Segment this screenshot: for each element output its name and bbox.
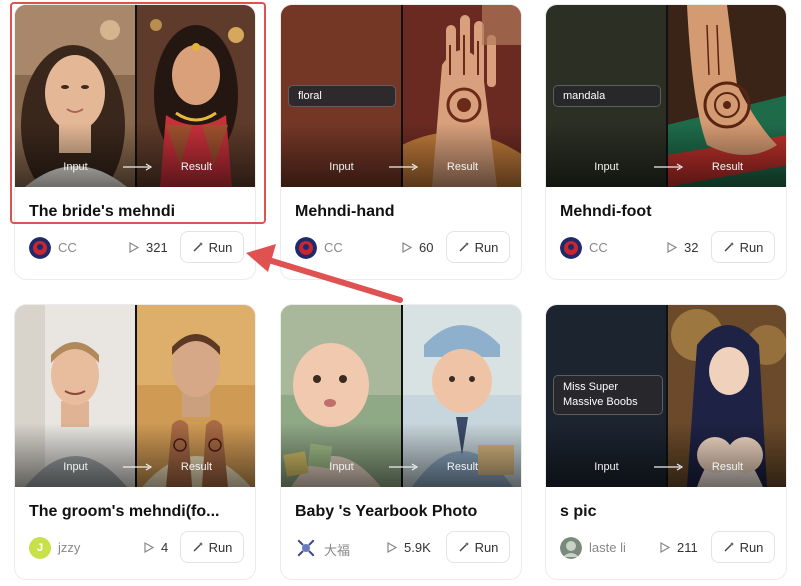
template-card-grooms-mehndi[interactable]: Input Result The groom's mehndi(fo... J … [14, 304, 256, 580]
author-avatar[interactable] [295, 237, 317, 259]
card-thumbnail: Input Result [15, 305, 255, 487]
card-title[interactable]: The groom's mehndi(fo... [29, 503, 243, 521]
result-label: Result [446, 461, 479, 473]
result-label: Result [711, 461, 744, 473]
wand-icon [459, 242, 469, 252]
run-button[interactable]: Run [711, 231, 775, 263]
template-card-baby-yearbook[interactable]: Input Result Baby 's Yearbook Photo 大福 5… [280, 304, 522, 580]
wand-icon [724, 242, 734, 252]
card-thumbnail: Input Result [15, 5, 255, 187]
wand-icon [724, 542, 734, 552]
play-icon [129, 242, 139, 253]
author-name[interactable]: CC [324, 240, 343, 255]
play-icon [144, 542, 154, 553]
result-label: Result [711, 161, 744, 173]
play-icon [402, 242, 412, 253]
template-card-s-pic[interactable]: Miss Super Massive Boobs Input Result s … [545, 304, 787, 580]
author-avatar[interactable] [560, 237, 582, 259]
author-avatar[interactable] [29, 237, 51, 259]
input-label: Input [329, 161, 354, 173]
run-count: 211 [677, 540, 698, 555]
run-button[interactable]: Run [180, 231, 244, 263]
card-thumbnail: floral Input Result [281, 5, 521, 187]
card-title[interactable]: Mehndi-hand [295, 203, 509, 221]
run-count: 32 [684, 240, 699, 255]
author-avatar[interactable] [560, 537, 582, 559]
run-count: 5.9K [404, 540, 431, 555]
run-count: 4 [161, 540, 169, 555]
run-count: 60 [419, 240, 434, 255]
play-icon [660, 542, 670, 553]
prompt-chip: Miss Super Massive Boobs [553, 375, 663, 415]
card-title[interactable]: The bride's mehndi [29, 203, 243, 221]
run-button[interactable]: Run [446, 231, 510, 263]
wand-icon [193, 242, 203, 252]
result-label: Result [180, 161, 213, 173]
wand-icon [459, 542, 469, 552]
input-label: Input [63, 161, 88, 173]
run-button[interactable]: Run [446, 531, 510, 563]
template-card-brides-mehndi[interactable]: Input Result The bride's mehndi CC 321 R… [14, 4, 256, 280]
run-count: 321 [146, 240, 168, 255]
template-card-mehndi-foot[interactable]: mandala Input Result Mehndi-foot CC 32 R… [545, 4, 787, 280]
card-title[interactable]: Baby 's Yearbook Photo [295, 503, 509, 521]
author-avatar[interactable]: J [29, 537, 51, 559]
author-name[interactable]: laste li [589, 540, 626, 555]
result-label: Result [180, 461, 213, 473]
input-label: Input [329, 461, 354, 473]
author-name[interactable]: CC [58, 240, 77, 255]
card-title[interactable]: s pic [560, 503, 774, 521]
author-name[interactable]: jzzy [58, 540, 80, 555]
author-name[interactable]: CC [589, 240, 608, 255]
template-card-mehndi-hand[interactable]: floral Input Result Mehndi-hand CC 60 Ru… [280, 4, 522, 280]
card-thumbnail: Input Result [281, 305, 521, 487]
author-name[interactable]: 大福 [324, 540, 350, 559]
prompt-chip: mandala [553, 85, 661, 107]
author-avatar[interactable] [295, 537, 317, 559]
card-thumbnail: mandala Input Result [546, 5, 786, 187]
run-button[interactable]: Run [711, 531, 775, 563]
input-label: Input [63, 461, 88, 473]
play-icon [387, 542, 397, 553]
result-label: Result [446, 161, 479, 173]
card-thumbnail: Miss Super Massive Boobs Input Result [546, 305, 786, 487]
input-label: Input [594, 161, 619, 173]
prompt-chip: floral [288, 85, 396, 107]
play-icon [667, 242, 677, 253]
input-label: Input [594, 461, 619, 473]
wand-icon [193, 542, 203, 552]
run-button[interactable]: Run [180, 531, 244, 563]
card-title[interactable]: Mehndi-foot [560, 203, 774, 221]
